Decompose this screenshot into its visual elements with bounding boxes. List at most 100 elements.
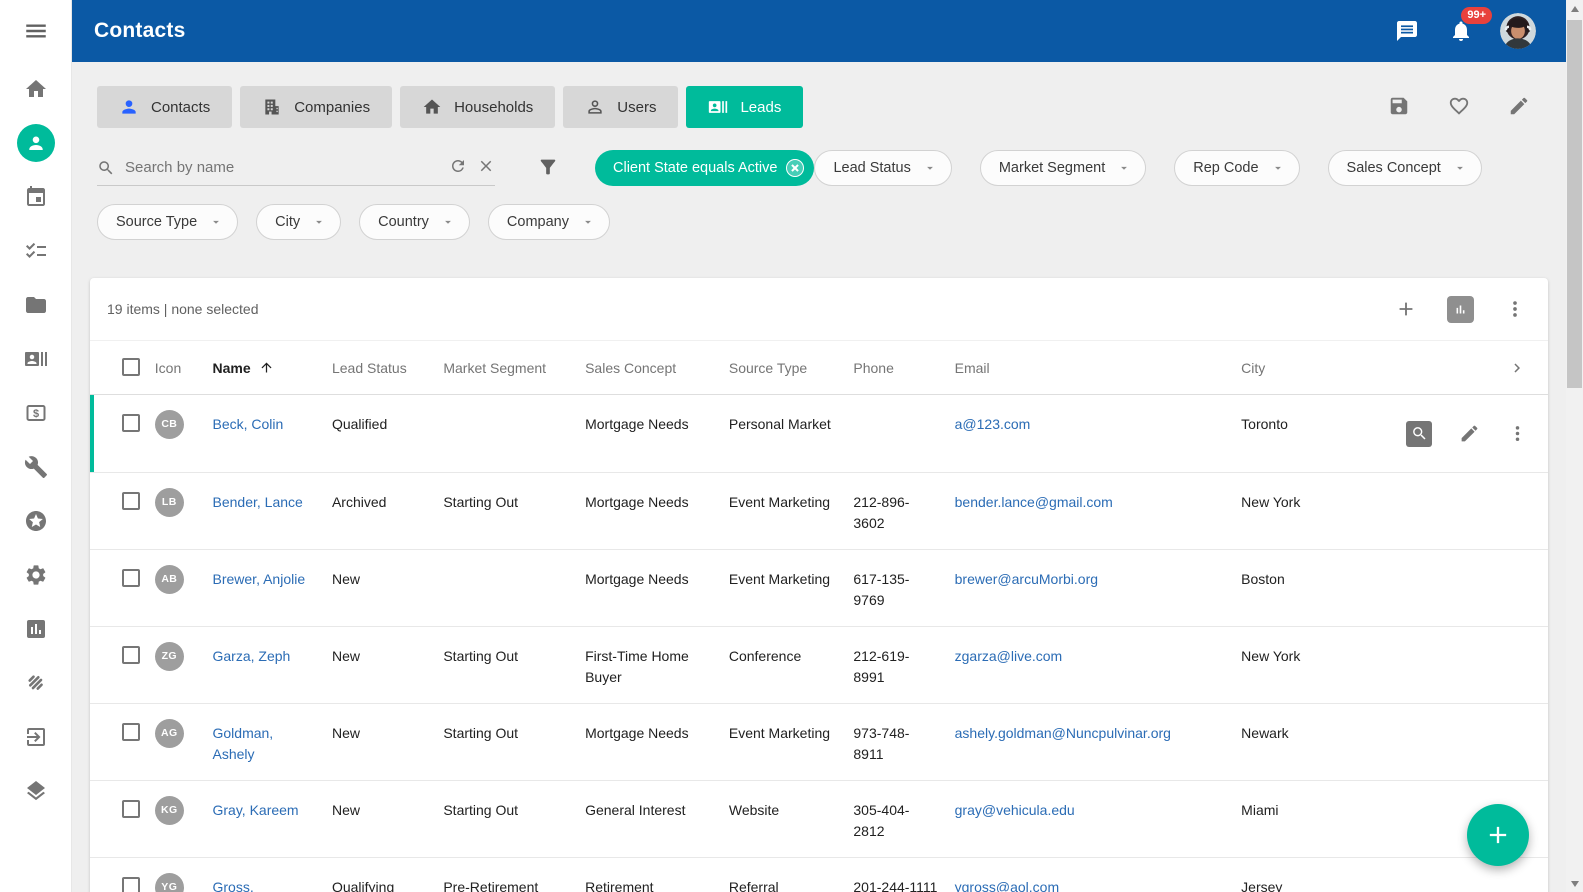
row-checkbox[interactable] [122,723,140,741]
source-type-cell: Event Marketing [729,571,830,587]
table-row[interactable]: YGGross,QualifyingPre-RetirementRetireme… [90,858,1548,892]
table-menu-button[interactable] [1504,298,1526,320]
column-header-market-segment[interactable]: Market Segment [443,341,585,395]
clear-search-button[interactable] [477,156,495,180]
filter-chip-lead-status[interactable]: Lead Status [814,150,951,186]
edit-view-button[interactable] [1507,95,1531,119]
messages-button[interactable] [1392,16,1422,46]
user-avatar[interactable] [1500,13,1536,49]
email-link[interactable]: zgarza@live.com [955,648,1063,664]
filter-chip-rep-code[interactable]: Rep Code [1174,150,1299,186]
table-row[interactable]: ZGGarza, ZephNewStarting OutFirst-Time H… [90,627,1548,704]
table-row[interactable]: LBBender, LanceArchivedStarting OutMortg… [90,473,1548,550]
scrollbar-thumb[interactable] [1567,20,1582,388]
name-link[interactable]: Garza, Zeph [213,648,291,664]
column-header-email[interactable]: Email [955,341,1242,395]
filter-button[interactable] [537,156,559,181]
row-checkbox[interactable] [122,569,140,587]
name-link[interactable]: Goldman, Ashely [213,725,274,762]
sidebar-item-billing[interactable]: $ [0,386,72,440]
checklist-icon [24,239,48,263]
lead-status-cell: New [332,802,360,818]
table-row[interactable]: KGGray, KareemNewStarting OutGeneral Int… [90,781,1548,858]
sidebar-item-documents[interactable] [0,278,72,332]
filter-chip-market-segment[interactable]: Market Segment [980,150,1146,186]
column-header-source-type[interactable]: Source Type [729,341,854,395]
sidebar-item-calendar[interactable] [0,170,72,224]
column-header-city[interactable]: City [1241,341,1376,395]
filter-chip-company[interactable]: Company [488,204,610,240]
email-link[interactable]: brewer@arcuMorbi.org [955,571,1098,587]
sidebar-item-partners[interactable] [0,656,72,710]
sidebar-item-exit[interactable] [0,710,72,764]
source-type-cell: Event Marketing [729,494,830,510]
add-contact-fab[interactable] [1467,804,1529,866]
sidebar-item-tools[interactable] [0,440,72,494]
filter-chip-sales-concept[interactable]: Sales Concept [1328,150,1482,186]
remove-filter-icon[interactable] [786,159,804,177]
sidebar-item-tasks[interactable] [0,224,72,278]
name-link[interactable]: Gross, [213,879,254,892]
name-link[interactable]: Brewer, Anjolie [213,571,306,587]
name-link[interactable]: Gray, Kareem [213,802,299,818]
row-checkbox[interactable] [122,492,140,510]
row-checkbox[interactable] [122,414,140,432]
email-link[interactable]: bender.lance@gmail.com [955,494,1113,510]
email-link[interactable]: gray@vehicula.edu [955,802,1075,818]
scroll-up-arrow[interactable] [1566,0,1583,17]
filter-chip-city[interactable]: City [256,204,341,240]
tab-users[interactable]: Users [563,86,678,128]
column-header-lead-status[interactable]: Lead Status [332,341,443,395]
row-checkbox[interactable] [122,800,140,818]
email-link[interactable]: ygross@aol.com [955,879,1059,892]
select-all-checkbox[interactable] [122,358,140,376]
sidebar-item-favorites[interactable] [0,494,72,548]
sidebar-item-leads[interactable] [0,332,72,386]
name-link[interactable]: Beck, Colin [213,416,284,432]
sidebar-item-settings[interactable] [0,548,72,602]
filter-chip-country[interactable]: Country [359,204,470,240]
column-header-sales-concept[interactable]: Sales Concept [585,341,729,395]
table-row[interactable]: ABBrewer, AnjolieNewMortgage NeedsEvent … [90,550,1548,627]
expand-columns-button[interactable] [1508,359,1526,377]
avatar: AB [155,565,184,594]
sidebar-item-contacts[interactable] [0,116,72,170]
phone-cell: 212-619-8991 [853,648,909,685]
row-checkbox[interactable] [122,877,140,892]
column-header-phone[interactable]: Phone [853,341,954,395]
row-checkbox[interactable] [122,646,140,664]
chevron-down-icon [209,215,223,229]
email-link[interactable]: ashely.goldman@Nuncpulvinar.org [955,725,1171,741]
refresh-button[interactable] [449,156,467,180]
table-row[interactable]: CBBeck, ColinQualifiedMortgage NeedsPers… [90,395,1548,473]
column-header-name[interactable]: Name [213,341,332,395]
wrench-icon [24,455,48,479]
active-filter-chip[interactable]: Client State equals Active [595,150,814,186]
tab-leads[interactable]: Leads [686,86,803,128]
scroll-down-arrow[interactable] [1566,875,1583,892]
edit-button[interactable] [1459,423,1480,444]
page-scrollbar[interactable] [1566,0,1583,892]
email-link[interactable]: a@123.com [955,416,1031,432]
preview-button[interactable] [1406,421,1432,447]
chevron-down-icon [1453,161,1467,175]
bar-chart-icon [1447,296,1474,323]
tab-contacts[interactable]: Contacts [97,86,232,128]
sidebar-item-reports[interactable] [0,602,72,656]
notifications-button[interactable]: 99+ [1446,16,1476,46]
add-column-button[interactable] [1395,298,1417,320]
tab-companies[interactable]: Companies [240,86,392,128]
chart-view-button[interactable] [1447,296,1474,323]
row-menu-button[interactable] [1507,423,1528,444]
sidebar-item-layers[interactable] [0,764,72,818]
menu-button[interactable] [0,0,72,62]
save-view-button[interactable] [1387,95,1411,119]
search-input[interactable] [125,159,439,176]
sidebar-item-home[interactable] [0,62,72,116]
filter-chip-source-type[interactable]: Source Type [97,204,238,240]
name-link[interactable]: Bender, Lance [213,494,303,510]
handshake-icon [24,671,48,695]
tab-households[interactable]: Households [400,86,555,128]
favorite-button[interactable] [1447,95,1471,119]
table-row[interactable]: AGGoldman, AshelyNewStarting OutMortgage… [90,704,1548,781]
